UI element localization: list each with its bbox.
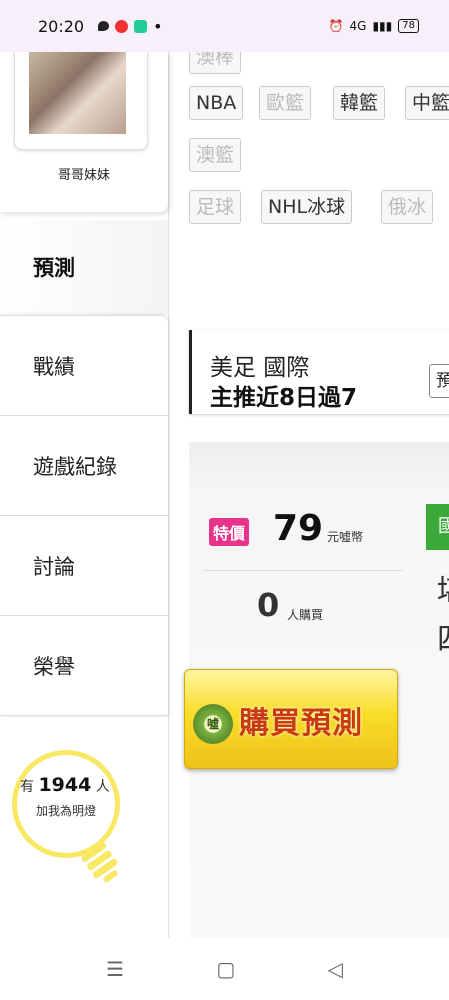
alarm-icon: ⏰	[328, 19, 344, 33]
prediction-card[interactable]: 美足 國際 主推近8日過7 預	[189, 330, 449, 414]
tag-aus-baseball[interactable]: 澳棒	[189, 52, 242, 74]
sidebar-item-discussion[interactable]: 討論	[0, 516, 168, 616]
avatar-frame	[14, 52, 148, 150]
sidebar-item-record[interactable]: 戰績	[0, 316, 168, 416]
fans-caption: 加我為明燈	[35, 804, 96, 818]
system-nav-bar: ☰ ▢ ◁	[0, 938, 449, 1000]
match-text-2: 四	[437, 614, 449, 658]
prediction-button[interactable]: 預	[429, 364, 449, 398]
lightbulb-badge[interactable]: 有 1944 人 加我為明燈	[12, 750, 132, 895]
divider	[203, 570, 403, 571]
profile-card[interactable]: 哥哥妹妹	[0, 52, 168, 212]
back-icon[interactable]: ◁	[327, 957, 342, 981]
special-price-badge: 特價	[209, 518, 250, 546]
card-title: 美足 國際	[210, 355, 310, 381]
lightbulb-base-icon	[81, 842, 118, 883]
status-time: 20:20	[38, 16, 85, 36]
fans-count: 有 1944 人	[20, 774, 110, 796]
tag-aus-basketball[interactable]: 澳籃	[189, 138, 242, 172]
sidebar: 哥哥妹妹 預測 戰績 遊戲紀錄 討論 榮譽 有 1944 人 加我為明燈	[0, 52, 168, 938]
tag-nba[interactable]: NBA	[189, 86, 244, 120]
battery-icon: 78	[398, 19, 419, 33]
category-tag: 國際	[426, 504, 449, 550]
dot-icon: •	[153, 16, 163, 36]
tag-soccer[interactable]: 足球	[189, 190, 242, 224]
price-unit: 元噓幣	[327, 530, 364, 544]
menu-icon[interactable]: ☰	[106, 957, 124, 981]
coin-icon: 噓	[193, 704, 233, 744]
tag-china-basketball[interactable]: 中籃	[405, 86, 449, 120]
tag-korea-basketball[interactable]: 韓籃	[333, 86, 386, 120]
chat-icon	[98, 21, 110, 31]
sidebar-item-prediction[interactable]: 預測	[0, 220, 168, 315]
status-bar: 20:20 • ⏰ 4G ▮▮▮ 78	[0, 0, 449, 52]
price-value: 79	[273, 508, 324, 549]
nickname: 哥哥妹妹	[57, 168, 110, 183]
signal-icon: ▮▮▮	[372, 19, 393, 33]
buyer-count: 0	[257, 586, 280, 624]
home-icon[interactable]: ▢	[216, 957, 235, 981]
network-label: 4G	[349, 19, 367, 33]
sidebar-menu: 戰績 遊戲紀錄 討論 榮譽	[0, 315, 168, 716]
tag-nhl[interactable]: NHL冰球	[261, 190, 353, 224]
content-area: 澳棒 NBA 歐籃 韓籃 中籃 澳籃 足球 NHL冰球 俄冰 美足 國際 主推近…	[168, 52, 449, 938]
buyer-unit: 人購買	[287, 608, 324, 622]
tag-russia-hockey[interactable]: 俄冰	[381, 190, 434, 224]
sidebar-item-honor[interactable]: 榮譽	[0, 616, 168, 716]
card-subtitle: 主推近8日過7	[210, 385, 358, 411]
app-icon-green	[134, 19, 148, 33]
app-icon	[115, 19, 129, 33]
buy-prediction-button[interactable]: 噓 購買預測	[184, 669, 398, 769]
sidebar-item-label: 預測	[33, 256, 75, 280]
buy-button-label: 購買預測	[239, 706, 363, 741]
sidebar-item-game-log[interactable]: 遊戲紀錄	[0, 416, 168, 516]
match-text-1: 堪	[437, 566, 449, 610]
avatar[interactable]	[29, 52, 126, 134]
tag-euro-basketball[interactable]: 歐籃	[259, 86, 312, 120]
